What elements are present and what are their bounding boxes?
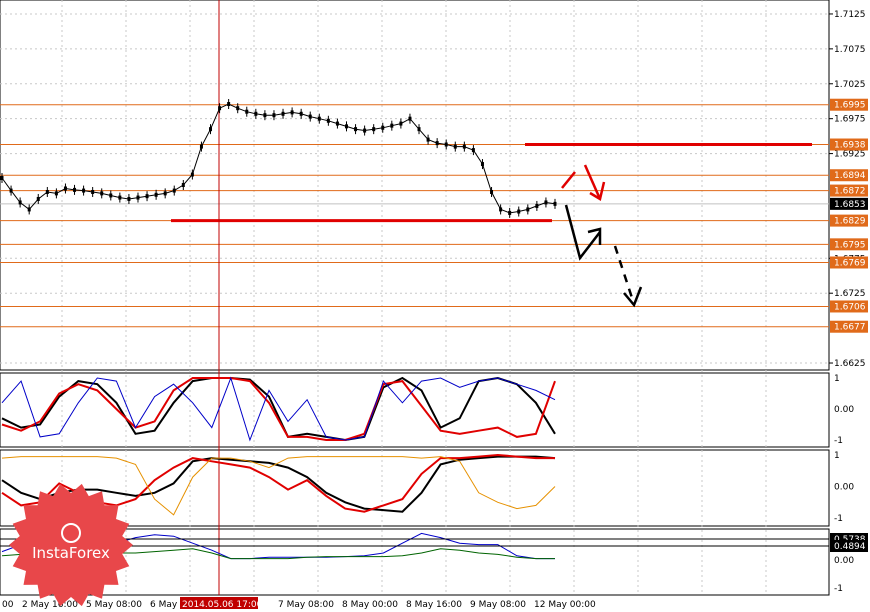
indicator1-tick-label: 1 <box>834 374 840 384</box>
date-label: 5 May 08:00 <box>86 600 142 610</box>
level-box-label: 1.6938 <box>834 141 866 151</box>
indicator1-tick-label: -1 <box>834 436 843 446</box>
date-label: 2 May 16:00 <box>22 600 78 610</box>
date-label: 7 May 08:00 <box>278 600 334 610</box>
date-label: 12 May 00:00 <box>534 600 596 610</box>
level-box-label: 1.6706 <box>834 302 866 312</box>
logo-text: InstaForex <box>32 544 110 562</box>
price-tick-label: 1.6925 <box>834 150 866 160</box>
date-label: 9 May 08:00 <box>470 600 526 610</box>
indicator1-tick-label: 0.00 <box>834 405 854 415</box>
date-label: 8 May 16:00 <box>406 600 462 610</box>
price-tick-label: 1.7025 <box>834 80 866 90</box>
date-label: 6 May <box>150 600 178 610</box>
level-box-label: 1.6795 <box>834 240 866 250</box>
date-label: 8 May 00:00 <box>342 600 398 610</box>
level-box-label: 1.6829 <box>834 217 866 227</box>
price-tick-label: 1.6625 <box>834 359 866 369</box>
level-box-label: 1.6995 <box>834 101 866 111</box>
price-tick-label: 1.7075 <box>834 45 866 55</box>
indicator3-value-label: 0.4894 <box>834 542 866 552</box>
price-tick-label: 1.6975 <box>834 115 866 125</box>
time-axis: 00 2 May 16:00 5 May 08:00 6 May 2014.05.06 … <box>2 597 596 610</box>
forex-chart: 1.71251.70751.70251.69751.69251.67751.67… <box>0 0 868 610</box>
indicator2-tick-label: -1 <box>834 514 843 524</box>
price-tick-label: 1.6725 <box>834 289 866 299</box>
indicator2-panel <box>0 449 830 527</box>
current-price-label: 1.6853 <box>834 200 866 210</box>
indicator3-tick-label: 0.00 <box>834 556 854 566</box>
level-box-label: 1.6894 <box>834 171 866 181</box>
level-box-label: 1.6769 <box>834 258 866 268</box>
date-label: 00 <box>2 600 14 610</box>
indicator2-tick-label: 1 <box>834 451 840 461</box>
highlight-date-label: 2014.05.06 17:00 <box>182 600 263 610</box>
indicator3-tick-label: -1 <box>834 584 843 594</box>
main-panel <box>0 0 830 371</box>
indicator2-tick-label: 0.00 <box>834 483 854 493</box>
price-tick-label: 1.7125 <box>834 10 866 20</box>
panel-frames <box>0 0 830 596</box>
level-box-label: 1.6677 <box>834 323 866 333</box>
indicator1-panel <box>0 372 830 448</box>
level-box-label: 1.6872 <box>834 187 866 197</box>
